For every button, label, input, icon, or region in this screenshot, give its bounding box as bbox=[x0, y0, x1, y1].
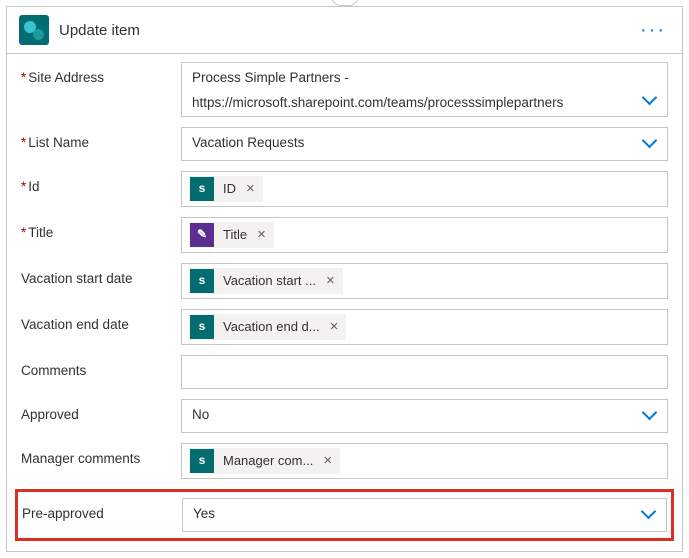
input-title[interactable]: ✎ Title × bbox=[181, 217, 668, 253]
highlight-pre-approved: Pre-approved Yes bbox=[15, 489, 674, 541]
token-vacation-start-label: Vacation start ... bbox=[215, 272, 324, 290]
approved-value: No bbox=[188, 406, 209, 425]
card-title: Update item bbox=[59, 22, 140, 39]
token-remove-icon[interactable]: × bbox=[324, 270, 343, 291]
token-title[interactable]: ✎ Title × bbox=[189, 222, 274, 248]
token-manager-comments-label: Manager com... bbox=[215, 452, 321, 470]
chevron-down-icon[interactable] bbox=[643, 137, 657, 151]
pre-approved-value: Yes bbox=[189, 505, 215, 524]
row-pre-approved: Pre-approved Yes bbox=[22, 498, 667, 532]
token-vacation-end-label: Vacation end d... bbox=[215, 318, 328, 336]
token-vacation-start[interactable]: s Vacation start ... × bbox=[189, 268, 343, 294]
site-address-value-line2: https://microsoft.sharepoint.com/teams/p… bbox=[192, 94, 563, 113]
label-pre-approved: Pre-approved bbox=[22, 498, 182, 521]
input-pre-approved[interactable]: Yes bbox=[182, 498, 667, 532]
input-vacation-start[interactable]: s Vacation start ... × bbox=[181, 263, 668, 299]
token-title-label: Title bbox=[215, 226, 255, 244]
action-card: Update item ··· *Site Address Process Si… bbox=[6, 6, 683, 552]
token-manager-comments[interactable]: s Manager com... × bbox=[189, 448, 340, 474]
label-comments: Comments bbox=[21, 355, 181, 378]
row-title: *Title ✎ Title × bbox=[21, 217, 668, 253]
dynamic-content-icon: ✎ bbox=[190, 223, 214, 247]
label-site-address: *Site Address bbox=[21, 62, 181, 85]
card-body: *Site Address Process Simple Partners - … bbox=[7, 54, 682, 551]
card-header[interactable]: Update item ··· bbox=[7, 7, 682, 54]
row-vacation-start: Vacation start date s Vacation start ...… bbox=[21, 263, 668, 299]
label-title: *Title bbox=[21, 217, 181, 240]
list-name-value: Vacation Requests bbox=[188, 134, 304, 153]
label-id: *Id bbox=[21, 171, 181, 194]
chevron-down-icon[interactable] bbox=[643, 94, 657, 108]
row-comments: Comments bbox=[21, 355, 668, 389]
token-id[interactable]: s ID × bbox=[189, 176, 263, 202]
input-list-name[interactable]: Vacation Requests bbox=[181, 127, 668, 161]
row-site-address: *Site Address Process Simple Partners - … bbox=[21, 62, 668, 117]
card-menu-button[interactable]: ··· bbox=[640, 20, 666, 40]
input-site-address[interactable]: Process Simple Partners - https://micros… bbox=[181, 62, 668, 117]
token-vacation-end[interactable]: s Vacation end d... × bbox=[189, 314, 346, 340]
input-manager-comments[interactable]: s Manager com... × bbox=[181, 443, 668, 479]
label-vacation-start: Vacation start date bbox=[21, 263, 181, 286]
row-manager-comments: Manager comments s Manager com... × bbox=[21, 443, 668, 479]
sharepoint-app-icon bbox=[19, 15, 49, 45]
sharepoint-token-icon: s bbox=[190, 315, 214, 339]
label-manager-comments: Manager comments bbox=[21, 443, 181, 466]
input-comments[interactable] bbox=[181, 355, 668, 389]
row-approved: Approved No bbox=[21, 399, 668, 433]
row-vacation-end: Vacation end date s Vacation end d... × bbox=[21, 309, 668, 345]
chevron-down-icon[interactable] bbox=[643, 409, 657, 423]
token-id-label: ID bbox=[215, 180, 244, 198]
row-id: *Id s ID × bbox=[21, 171, 668, 207]
row-list-name: *List Name Vacation Requests bbox=[21, 127, 668, 161]
label-approved: Approved bbox=[21, 399, 181, 422]
card-notch bbox=[331, 0, 359, 6]
input-id[interactable]: s ID × bbox=[181, 171, 668, 207]
token-remove-icon[interactable]: × bbox=[321, 450, 340, 471]
token-remove-icon[interactable]: × bbox=[255, 224, 274, 245]
token-remove-icon[interactable]: × bbox=[244, 178, 263, 199]
input-vacation-end[interactable]: s Vacation end d... × bbox=[181, 309, 668, 345]
sharepoint-token-icon: s bbox=[190, 449, 214, 473]
label-vacation-end: Vacation end date bbox=[21, 309, 181, 332]
input-approved[interactable]: No bbox=[181, 399, 668, 433]
site-address-value-line1: Process Simple Partners - bbox=[192, 69, 563, 88]
sharepoint-token-icon: s bbox=[190, 269, 214, 293]
token-remove-icon[interactable]: × bbox=[328, 316, 347, 337]
label-list-name: *List Name bbox=[21, 127, 181, 150]
sharepoint-token-icon: s bbox=[190, 177, 214, 201]
